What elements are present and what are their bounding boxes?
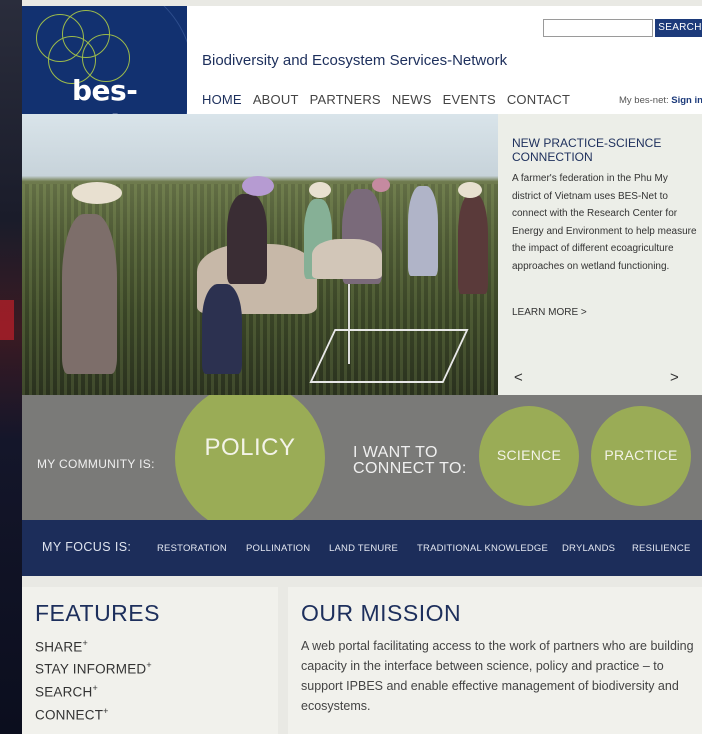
photo-figure bbox=[227, 194, 267, 284]
connect-science-label: SCIENCE bbox=[496, 447, 562, 463]
photo-figure bbox=[309, 182, 331, 198]
nav-events[interactable]: EVENTS bbox=[443, 92, 496, 107]
plus-icon: + bbox=[82, 638, 88, 648]
community-label: MY COMMUNITY IS: bbox=[37, 457, 155, 471]
community-selector: MY COMMUNITY IS: POLICY I WANT TO CONNEC… bbox=[22, 395, 702, 520]
featured-story-panel: NEW PRACTICE-SCIENCE CONNECTION A farmer… bbox=[498, 114, 702, 395]
connect-label: I WANT TO CONNECT TO: bbox=[353, 445, 467, 477]
nav-about[interactable]: ABOUT bbox=[253, 92, 299, 107]
connect-label-line2: CONNECT TO: bbox=[353, 460, 467, 477]
photo-quadrat bbox=[309, 329, 469, 383]
search-input[interactable] bbox=[543, 19, 653, 37]
photo-figure bbox=[458, 182, 482, 198]
photo-figure bbox=[202, 284, 242, 374]
hero-slider: NEW PRACTICE-SCIENCE CONNECTION A farmer… bbox=[22, 114, 702, 395]
background-highlight bbox=[0, 300, 14, 340]
story-text: A farmer's federation in the Phu My dist… bbox=[512, 173, 697, 272]
photo-figure bbox=[62, 214, 117, 374]
plus-icon: + bbox=[92, 683, 98, 693]
story-title[interactable]: NEW PRACTICE-SCIENCE CONNECTION bbox=[512, 136, 697, 164]
feature-share[interactable]: SHARE+ bbox=[35, 638, 88, 655]
nav-partners[interactable]: PARTNERS bbox=[310, 92, 381, 107]
feature-search[interactable]: SEARCH+ bbox=[35, 683, 98, 700]
nav-contact[interactable]: CONTACT bbox=[507, 92, 570, 107]
connect-science-button[interactable]: SCIENCE bbox=[479, 406, 579, 506]
photo-figure bbox=[72, 182, 122, 204]
feature-connect-label: CONNECT bbox=[35, 707, 104, 723]
features-box: FEATURES SHARE+ STAY INFORMED+ SEARCH+ C… bbox=[22, 587, 278, 734]
photo-figure bbox=[458, 194, 488, 294]
features-title: FEATURES bbox=[35, 600, 160, 626]
focus-drylands[interactable]: DRYLANDS bbox=[562, 543, 615, 554]
sign-in-link[interactable]: Sign in bbox=[671, 95, 702, 106]
site-tagline: Biodiversity and Ecosystem Services-Netw… bbox=[202, 52, 508, 69]
focus-restoration[interactable]: RESTORATION bbox=[157, 543, 227, 554]
hero-photo bbox=[22, 114, 498, 395]
focus-bar: MY FOCUS IS: RESTORATION POLLINATION LAN… bbox=[22, 520, 702, 576]
nav-news[interactable]: NEWS bbox=[392, 92, 432, 107]
background-backdrop bbox=[0, 0, 22, 734]
photo-figure bbox=[312, 239, 382, 279]
main-nav: HOME ABOUT PARTNERS NEWS EVENTS CONTACT bbox=[202, 92, 581, 107]
my-besnet-label: My bes-net: bbox=[619, 95, 669, 106]
focus-label: MY FOCUS IS: bbox=[42, 540, 132, 554]
website: bes-net SEARCH Biodiversity and Ecosyste… bbox=[22, 0, 702, 734]
photo-figure bbox=[242, 176, 274, 196]
connect-practice-label: PRACTICE bbox=[604, 447, 678, 463]
prev-arrow-icon[interactable]: < bbox=[514, 369, 523, 386]
mission-title: OUR MISSION bbox=[301, 600, 462, 626]
logo-wordmark: bes-net bbox=[72, 74, 138, 114]
community-policy-button[interactable]: POLICY bbox=[175, 395, 325, 520]
search-button[interactable]: SEARCH bbox=[655, 19, 702, 37]
feature-stay-informed-label: STAY INFORMED bbox=[35, 661, 147, 677]
focus-resilience[interactable]: RESILIENCE bbox=[632, 543, 691, 554]
next-arrow-icon[interactable]: > bbox=[670, 369, 679, 386]
photo-figure bbox=[372, 178, 390, 192]
focus-traditional-knowledge[interactable]: TRADITIONAL KNOWLEDGE bbox=[417, 543, 548, 554]
feature-stay-informed[interactable]: STAY INFORMED+ bbox=[35, 660, 152, 677]
feature-connect[interactable]: CONNECT+ bbox=[35, 706, 109, 723]
learn-more-link[interactable]: LEARN MORE > bbox=[512, 307, 587, 318]
plus-icon: + bbox=[103, 706, 109, 716]
mission-text: A web portal facilitating access to the … bbox=[301, 639, 694, 713]
nav-home[interactable]: HOME bbox=[202, 92, 242, 107]
feature-share-label: SHARE bbox=[35, 639, 83, 655]
photo-figure bbox=[408, 186, 438, 276]
feature-search-label: SEARCH bbox=[35, 684, 93, 700]
mission-box: OUR MISSION A web portal facilitating ac… bbox=[288, 587, 702, 734]
site-header: SEARCH Biodiversity and Ecosystem Servic… bbox=[187, 6, 702, 114]
community-policy-label: POLICY bbox=[204, 434, 296, 461]
focus-pollination[interactable]: POLLINATION bbox=[246, 543, 310, 554]
focus-land-tenure[interactable]: LAND TENURE bbox=[329, 543, 398, 554]
connect-practice-button[interactable]: PRACTICE bbox=[591, 406, 691, 506]
plus-icon: + bbox=[146, 660, 152, 670]
my-besnet: My bes-net: Sign in bbox=[619, 95, 702, 106]
bes-net-logo[interactable]: bes-net bbox=[22, 6, 187, 114]
connect-label-line1: I WANT TO bbox=[353, 444, 438, 461]
